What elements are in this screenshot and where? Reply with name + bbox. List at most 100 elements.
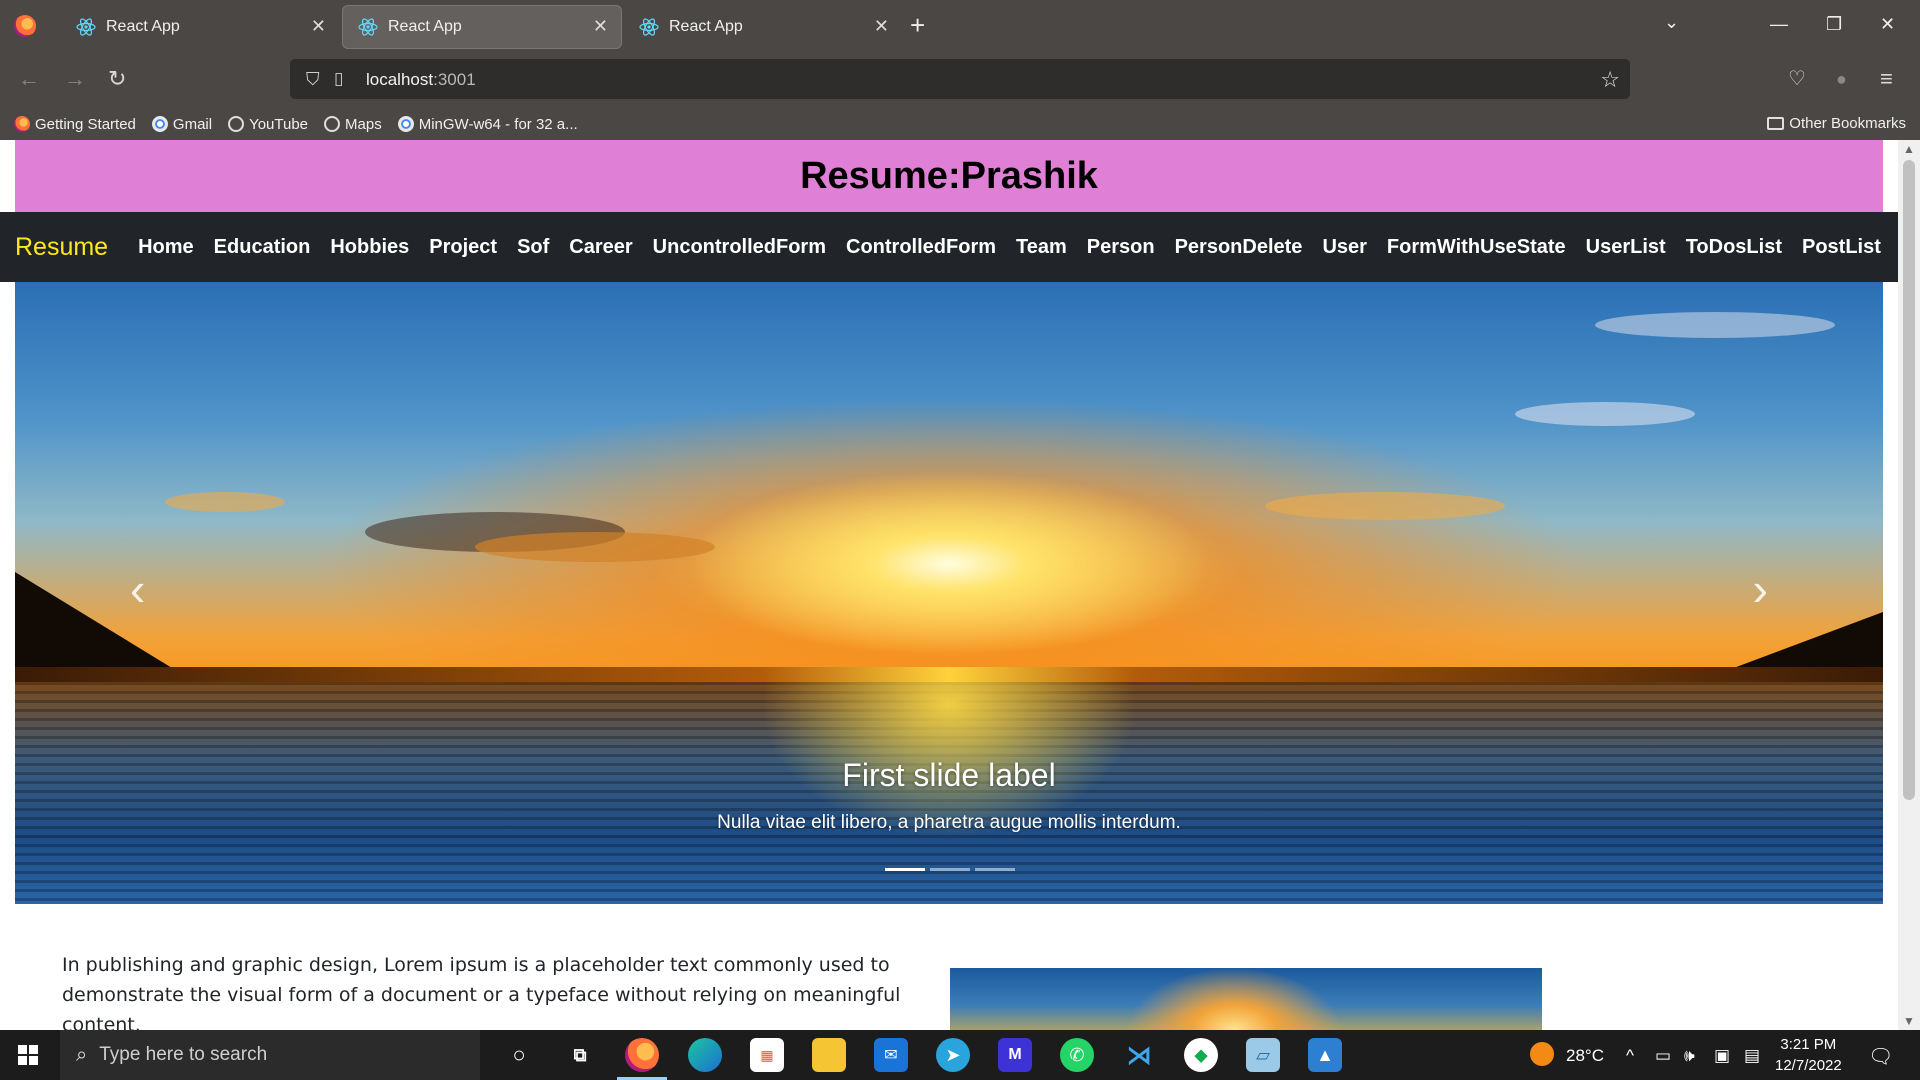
battery-icon[interactable]: ▭ xyxy=(1655,1046,1671,1066)
react-icon xyxy=(639,18,659,36)
task-view-icon[interactable]: ⧉ xyxy=(563,1038,597,1072)
forward-arrow-icon[interactable]: → xyxy=(64,68,86,90)
notification-center-icon[interactable]: 🗨 xyxy=(1868,1044,1893,1069)
close-tab-icon[interactable]: ✕ xyxy=(311,16,326,37)
react-icon xyxy=(76,18,96,36)
scroll-down-arrow-icon[interactable]: ▼ xyxy=(1903,1014,1915,1028)
nav-link-hobbies[interactable]: Hobbies xyxy=(330,236,409,259)
photos-icon[interactable]: ▲ xyxy=(1308,1038,1342,1072)
browser-tab-1[interactable]: React App ✕ xyxy=(60,5,340,49)
intro-paragraph: In publishing and graphic design, Lorem … xyxy=(62,954,901,1030)
sunset-sky-image xyxy=(15,282,1883,668)
clock-time: 3:21 PM xyxy=(1780,1036,1837,1053)
new-tab-plus-icon[interactable]: + xyxy=(910,12,925,38)
taskbar-clock[interactable]: 3:21 PM 12/7/2022 xyxy=(1775,1034,1842,1076)
mongodb-compass-icon[interactable]: ⬥ xyxy=(1184,1038,1218,1072)
minimize-window-icon[interactable]: — xyxy=(1770,14,1788,35)
scrollbar-thumb[interactable] xyxy=(1903,160,1915,800)
nav-link-project[interactable]: Project xyxy=(429,236,497,259)
nav-link-todos-list[interactable]: ToDosList xyxy=(1686,236,1782,259)
file-explorer-icon[interactable] xyxy=(812,1038,846,1072)
firefox-menu-icon[interactable] xyxy=(14,15,36,37)
back-arrow-icon[interactable]: ← xyxy=(18,68,40,90)
bookmark-label: MinGW-w64 - for 32 a... xyxy=(418,115,578,133)
mail-icon[interactable]: ✉ xyxy=(874,1038,908,1072)
globe-icon xyxy=(228,116,245,132)
nav-link-team[interactable]: Team xyxy=(1016,236,1067,259)
network-icon[interactable]: ▤ xyxy=(1744,1046,1760,1066)
notes-icon[interactable]: ▱ xyxy=(1246,1038,1280,1072)
browser-tab-2[interactable]: React App ✕ xyxy=(342,5,622,49)
url-text[interactable]: localhost:3001 xyxy=(366,70,476,90)
volume-icon[interactable]: 🕪 xyxy=(1684,1046,1695,1066)
close-tab-icon[interactable]: ✕ xyxy=(874,16,889,37)
other-bookmarks[interactable]: Other Bookmarks xyxy=(1767,115,1906,132)
meet-now-icon[interactable]: ▣ xyxy=(1714,1046,1730,1066)
carousel-caption-title: First slide label xyxy=(842,757,1056,793)
carousel-next-chevron-icon[interactable]: › xyxy=(1753,562,1768,616)
navbar-brand[interactable]: Resume xyxy=(15,233,108,262)
bookmark-mingw[interactable]: MinGW-w64 - for 32 a... xyxy=(397,115,578,133)
vscode-icon[interactable]: ⋊ xyxy=(1122,1038,1156,1072)
browser-tab-3[interactable]: React App ✕ xyxy=(623,5,903,49)
nav-link-person-delete[interactable]: PersonDelete xyxy=(1175,236,1303,259)
bookmark-maps[interactable]: Maps xyxy=(324,116,382,133)
nav-link-uncontrolled-form[interactable]: UncontrolledForm xyxy=(653,236,826,259)
browser-toolbar: ← → ↻ ⛉ ▯ localhost:3001 ☆ ♡ ● ≡ xyxy=(0,54,1920,108)
cortana-icon[interactable]: ○ xyxy=(502,1038,536,1072)
edge-icon[interactable] xyxy=(688,1038,722,1072)
nav-link-sof[interactable]: Sof xyxy=(517,236,549,259)
nav-link-career[interactable]: Career xyxy=(569,236,632,259)
bookmark-gmail[interactable]: Gmail xyxy=(151,116,212,133)
page-info-icon[interactable]: ▯ xyxy=(334,69,343,89)
carousel-indicator-1[interactable] xyxy=(885,868,925,871)
page-scrollbar[interactable]: ▲ ▼ xyxy=(1898,140,1920,1030)
nav-link-education[interactable]: Education xyxy=(214,236,311,259)
bookmark-youtube[interactable]: YouTube xyxy=(228,116,308,133)
carousel-indicators xyxy=(885,868,1020,871)
carousel-indicator-3[interactable] xyxy=(975,868,1015,871)
carousel-indicator-2[interactable] xyxy=(930,868,970,871)
carousel-prev-chevron-icon[interactable]: ‹ xyxy=(130,562,145,616)
clock-date: 12/7/2022 xyxy=(1775,1057,1842,1074)
cloud xyxy=(165,492,285,512)
temperature[interactable]: 28°C xyxy=(1566,1046,1604,1066)
bookmark-label: Maps xyxy=(345,115,382,133)
close-tab-icon[interactable]: ✕ xyxy=(593,16,608,37)
sunset-thumbnail-image xyxy=(950,968,1542,1030)
weather-icon[interactable] xyxy=(1530,1042,1554,1066)
nav-link-form-with-usestate[interactable]: FormWithUseState xyxy=(1387,236,1566,259)
windows-start-icon[interactable] xyxy=(18,1045,38,1065)
account-icon[interactable]: ● xyxy=(1836,68,1847,90)
bookmark-getting-started[interactable]: Getting Started xyxy=(14,116,136,133)
tracking-shield-icon[interactable]: ⛉ xyxy=(306,69,320,90)
nav-link-home[interactable]: Home xyxy=(138,236,194,259)
visual-studio-icon[interactable]: M xyxy=(998,1038,1032,1072)
firefox-taskbar-icon[interactable] xyxy=(625,1038,659,1072)
pocket-icon[interactable]: ♡ xyxy=(1788,68,1806,90)
nav-link-user-list[interactable]: UserList xyxy=(1586,236,1666,259)
nav-link-post-list[interactable]: PostList xyxy=(1802,236,1881,259)
scroll-up-arrow-icon[interactable]: ▲ xyxy=(1903,142,1915,156)
whatsapp-icon[interactable]: ✆ xyxy=(1060,1038,1094,1072)
reload-icon[interactable]: ↻ xyxy=(108,68,126,90)
taskbar-search-box[interactable]: ⌕ Type here to search xyxy=(60,1030,480,1080)
nav-link-user[interactable]: User xyxy=(1322,236,1366,259)
telegram-icon[interactable]: ➤ xyxy=(936,1038,970,1072)
browser-tab-bar: React App ✕ React App ✕ React App ✕ + ⌄ … xyxy=(0,0,1920,54)
nav-link-controlled-form[interactable]: ControlledForm xyxy=(846,236,996,259)
bookmark-label: Getting Started xyxy=(35,115,136,133)
search-icon: ⌕ xyxy=(76,1043,88,1066)
microsoft-store-icon[interactable]: ▦ xyxy=(750,1038,784,1072)
bookmark-star-icon[interactable]: ☆ xyxy=(1600,67,1620,93)
show-hidden-icons-chevron-icon[interactable]: ^ xyxy=(1626,1046,1634,1066)
hamburger-menu-icon[interactable]: ≡ xyxy=(1880,68,1893,90)
list-all-tabs-chevron-icon[interactable]: ⌄ xyxy=(1664,12,1679,33)
close-window-icon[interactable]: ✕ xyxy=(1880,14,1895,35)
tab-title: React App xyxy=(388,18,462,35)
image-carousel: ‹ › First slide label Nulla vitae elit l… xyxy=(15,282,1883,904)
restore-window-icon[interactable]: ❐ xyxy=(1826,14,1842,35)
url-bar[interactable]: ⛉ ▯ localhost:3001 ☆ xyxy=(290,59,1630,99)
nav-link-person[interactable]: Person xyxy=(1087,236,1155,259)
url-host: localhost xyxy=(366,70,434,89)
